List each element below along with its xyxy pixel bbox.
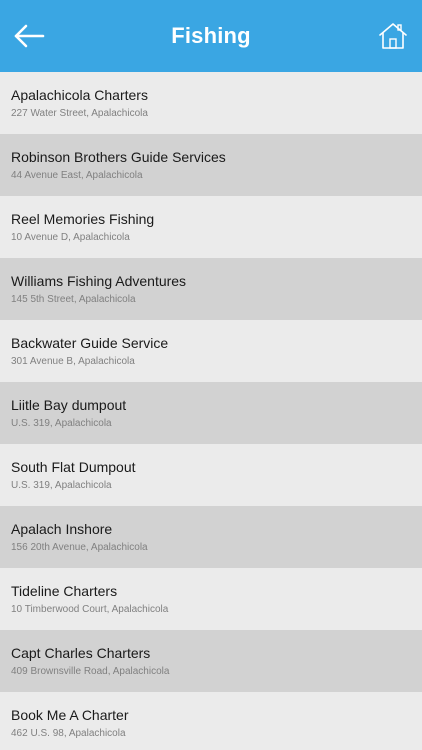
list-item-address: 301 Avenue B, Apalachicola [11, 356, 135, 367]
list-item[interactable]: Apalach Inshore 156 20th Avenue, Apalach… [0, 506, 422, 568]
list-item-name: South Flat Dumpout [11, 459, 136, 475]
list-item[interactable]: Book Me A Charter 462 U.S. 98, Apalachic… [0, 692, 422, 750]
list-item-name: Reel Memories Fishing [11, 211, 155, 227]
list-item[interactable]: Robinson Brothers Guide Services 44 Aven… [0, 134, 422, 196]
list-item[interactable]: Backwater Guide Service 301 Avenue B, Ap… [0, 320, 422, 382]
list-item[interactable]: South Flat Dumpout U.S. 319, Apalachicol… [0, 444, 422, 506]
list-item-address: 10 Avenue D, Apalachicola [11, 232, 130, 243]
list-item-name: Liitle Bay dumpout [11, 397, 127, 413]
page-title: Fishing [171, 23, 251, 48]
back-button[interactable] [12, 20, 48, 52]
list-item-name: Robinson Brothers Guide Services [11, 149, 226, 165]
list-item-address: 145 5th Street, Apalachicola [11, 294, 136, 305]
list-item[interactable]: Capt Charles Charters 409 Brownsville Ro… [0, 630, 422, 692]
list-item-address: 156 20th Avenue, Apalachicola [11, 542, 148, 553]
list-item-name: Tideline Charters [11, 583, 118, 599]
list-item-address: 462 U.S. 98, Apalachicola [11, 728, 126, 739]
app-header: Fishing [0, 0, 422, 72]
list-item-address: 227 Water Street, Apalachicola [11, 108, 148, 119]
home-button[interactable] [378, 20, 408, 52]
list-item-name: Backwater Guide Service [11, 335, 169, 351]
list-item-address: 409 Brownsville Road, Apalachicola [11, 666, 170, 677]
location-list: Apalachicola Charters 227 Water Street, … [0, 72, 422, 750]
list-item-name: Book Me A Charter [11, 707, 129, 723]
list-item[interactable]: Tideline Charters 10 Timberwood Court, A… [0, 568, 422, 630]
list-item[interactable]: Apalachicola Charters 227 Water Street, … [0, 72, 422, 134]
list-item-address: 44 Avenue East, Apalachicola [11, 170, 143, 181]
list-item-name: Williams Fishing Adventures [11, 273, 187, 289]
list-item[interactable]: Williams Fishing Adventures 145 5th Stre… [0, 258, 422, 320]
list-item-address: 10 Timberwood Court, Apalachicola [11, 604, 169, 615]
list-item-address: U.S. 319, Apalachicola [11, 418, 112, 429]
list-item[interactable]: Reel Memories Fishing 10 Avenue D, Apala… [0, 196, 422, 258]
arrow-left-icon [14, 24, 45, 48]
list-item-address: U.S. 319, Apalachicola [11, 480, 112, 491]
list-item-name: Capt Charles Charters [11, 645, 151, 661]
list-item[interactable]: Liitle Bay dumpout U.S. 319, Apalachicol… [0, 382, 422, 444]
list-item-name: Apalachicola Charters [11, 87, 148, 103]
list-item-name: Apalach Inshore [11, 521, 113, 537]
home-icon [379, 23, 407, 49]
